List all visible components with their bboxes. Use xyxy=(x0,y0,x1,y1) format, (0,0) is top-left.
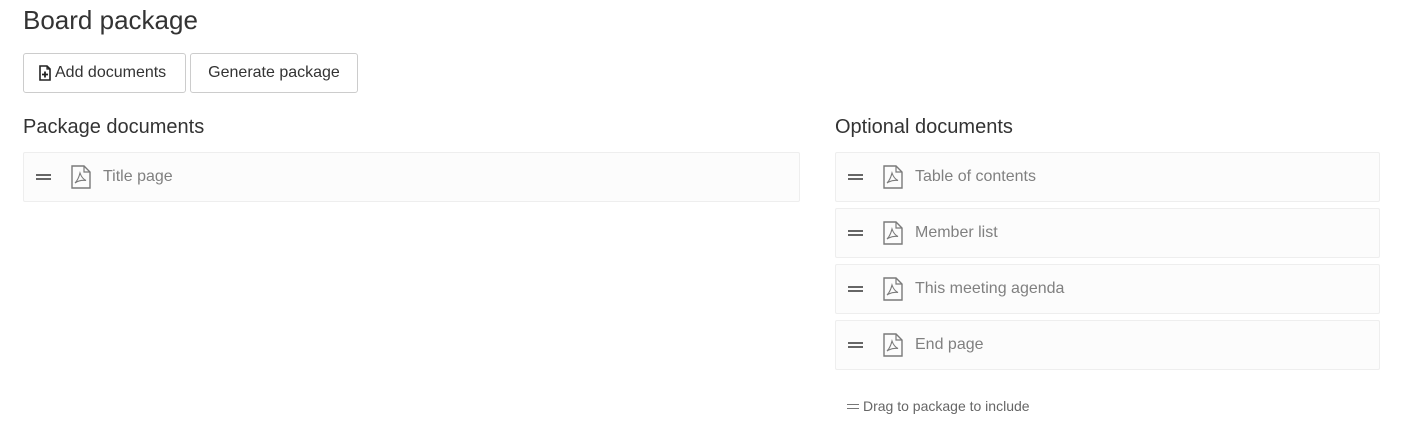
page-title: Board package xyxy=(23,5,198,35)
document-label: This meeting agenda xyxy=(915,280,1065,297)
optional-document-item[interactable]: Member list xyxy=(835,208,1380,258)
pdf-file-icon xyxy=(883,165,903,189)
pdf-file-icon xyxy=(883,333,903,357)
add-documents-label: Add documents xyxy=(55,64,167,81)
drag-handle-icon xyxy=(847,403,859,409)
drag-handle-icon[interactable] xyxy=(36,174,51,180)
drag-hint-text: Drag to package to include xyxy=(863,398,1030,414)
drag-handle-icon[interactable] xyxy=(848,286,863,292)
document-label: Table of contents xyxy=(915,168,1036,185)
optional-documents-list: Table of contents Member list This meeti… xyxy=(835,152,1380,376)
optional-document-item[interactable]: This meeting agenda xyxy=(835,264,1380,314)
document-label: End page xyxy=(915,336,984,353)
drag-handle-icon[interactable] xyxy=(848,230,863,236)
optional-documents-title: Optional documents xyxy=(835,116,1013,138)
pdf-file-icon xyxy=(883,277,903,301)
file-plus-icon xyxy=(38,65,52,81)
pdf-file-icon xyxy=(71,165,91,189)
package-documents-title: Package documents xyxy=(23,116,205,138)
package-documents-list: Title page xyxy=(23,152,800,208)
generate-package-label: Generate package xyxy=(208,64,340,81)
optional-document-item[interactable]: Table of contents xyxy=(835,152,1380,202)
document-label: Title page xyxy=(103,168,173,185)
pdf-file-icon xyxy=(883,221,903,245)
package-document-item[interactable]: Title page xyxy=(23,152,800,202)
toolbar: Add documents Generate package xyxy=(23,53,358,93)
optional-document-item[interactable]: End page xyxy=(835,320,1380,370)
drag-handle-icon[interactable] xyxy=(848,174,863,180)
drag-handle-icon[interactable] xyxy=(848,342,863,348)
add-documents-button[interactable]: Add documents xyxy=(23,53,186,93)
document-label: Member list xyxy=(915,224,998,241)
drag-hint: Drag to package to include xyxy=(847,398,1030,414)
generate-package-button[interactable]: Generate package xyxy=(190,53,358,93)
